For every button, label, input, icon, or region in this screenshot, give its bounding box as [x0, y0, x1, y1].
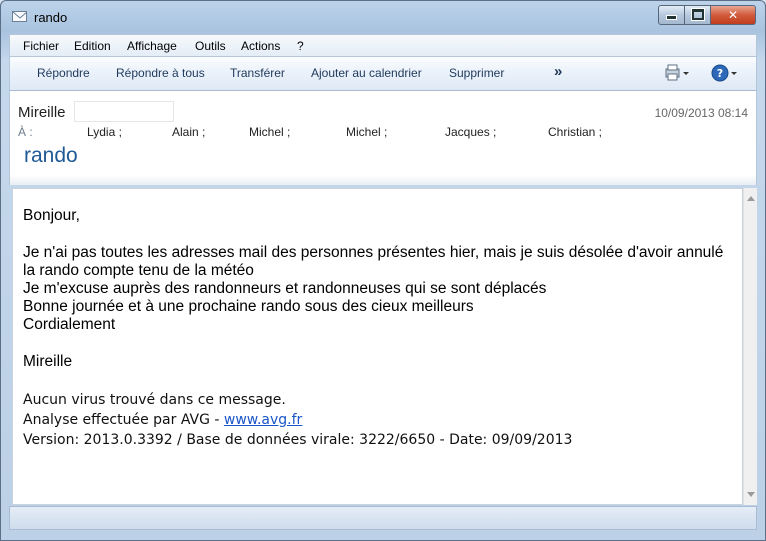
- header-divider: [10, 175, 756, 185]
- antivirus-prefix: Analyse effectuée par AVG -: [23, 412, 224, 428]
- recipient[interactable]: Michel ;: [346, 125, 387, 139]
- avg-link[interactable]: www.avg.fr: [224, 412, 302, 428]
- message-body[interactable]: Bonjour, Je n'ai pas toutes les adresses…: [12, 188, 743, 505]
- recipient[interactable]: Michel ;: [249, 125, 290, 139]
- antivirus-line: Aucun virus trouvé dans ce message.: [23, 392, 286, 408]
- envelope-icon: [12, 11, 28, 22]
- menu-fichier[interactable]: Fichier: [23, 39, 59, 53]
- close-icon: ✕: [727, 8, 739, 22]
- print-icon[interactable]: [665, 64, 691, 87]
- window-title: rando: [34, 10, 68, 25]
- menu-edition[interactable]: Edition: [74, 39, 111, 53]
- body-line: Je m'excuse auprès des randonneurs et ra…: [23, 280, 547, 297]
- recipient[interactable]: Alain ;: [172, 125, 205, 139]
- menu-bar: Fichier Edition Affichage Outils Actions…: [9, 34, 757, 57]
- scroll-down-icon[interactable]: [747, 492, 755, 497]
- sender-name[interactable]: Mireille: [18, 104, 66, 121]
- more-commands-button[interactable]: »: [554, 63, 562, 80]
- menu-actions[interactable]: Actions: [241, 39, 280, 53]
- antivirus-version: Version: 2013.0.3392 / Base de données v…: [23, 432, 573, 448]
- menu-outils[interactable]: Outils: [195, 39, 226, 53]
- delete-button[interactable]: Supprimer: [449, 66, 504, 80]
- title-bar[interactable]: rando ✕: [1, 1, 765, 34]
- antivirus-line: Analyse effectuée par AVG - www.avg.fr: [23, 410, 738, 430]
- add-to-calendar-button[interactable]: Ajouter au calendrier: [311, 66, 422, 80]
- message-date: 10/09/2013 08:14: [654, 106, 748, 120]
- minimize-button[interactable]: [658, 5, 685, 25]
- maximize-button[interactable]: [684, 5, 711, 25]
- signature: Mireille: [23, 353, 73, 370]
- message-text: Bonjour, Je n'ai pas toutes les adresses…: [23, 207, 738, 450]
- minimize-icon: [666, 15, 677, 20]
- body-line: Cordialement: [23, 316, 116, 333]
- greeting: Bonjour,: [23, 207, 80, 224]
- toolbar: Répondre Répondre à tous Transférer Ajou…: [9, 57, 757, 91]
- recipient-list: Lydia ; Alain ; Michel ; Michel ; Jacque…: [10, 125, 750, 141]
- sender-address-box: [74, 101, 174, 122]
- recipient[interactable]: Christian ;: [548, 125, 602, 139]
- message-subject: rando: [24, 144, 78, 167]
- reply-button[interactable]: Répondre: [37, 66, 90, 80]
- help-icon[interactable]: ?: [711, 63, 739, 88]
- recipient[interactable]: Jacques ;: [445, 125, 496, 139]
- close-button[interactable]: ✕: [710, 5, 756, 25]
- vertical-scrollbar[interactable]: [743, 188, 757, 505]
- body-line: la rando compte tenu de la météo: [23, 262, 254, 279]
- message-header: Mireille 10/09/2013 08:14 À : Lydia ; Al…: [9, 91, 757, 185]
- status-bar: [9, 506, 757, 530]
- svg-text:?: ?: [717, 67, 723, 80]
- body-line: Bonne journée et à une prochaine rando s…: [23, 298, 474, 315]
- recipient[interactable]: Lydia ;: [87, 125, 122, 139]
- menu-help[interactable]: ?: [297, 39, 304, 53]
- body-line: Je n'ai pas toutes les adresses mail des…: [23, 244, 724, 261]
- reply-all-button[interactable]: Répondre à tous: [116, 66, 205, 80]
- scroll-up-icon[interactable]: [747, 196, 755, 201]
- mail-window: rando ✕ Fichier Edition Affichage Outils…: [0, 0, 766, 541]
- menu-affichage[interactable]: Affichage: [127, 39, 177, 53]
- maximize-icon: [691, 9, 704, 20]
- forward-button[interactable]: Transférer: [230, 66, 285, 80]
